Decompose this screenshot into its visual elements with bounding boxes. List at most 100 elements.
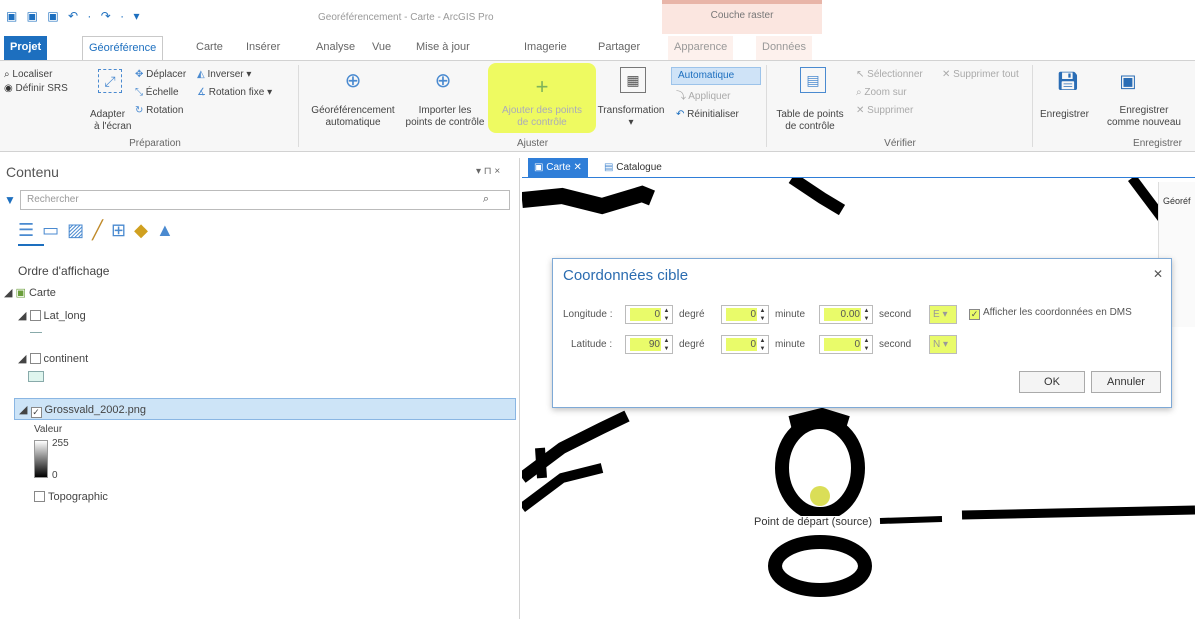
- tab-carte[interactable]: Carte: [190, 36, 229, 60]
- group-separator: [298, 65, 299, 147]
- degre-label: degré: [679, 339, 705, 350]
- search-input[interactable]: Rechercher ⌕: [20, 190, 510, 210]
- source-point-label: Point de départ (source): [754, 516, 873, 528]
- source-point-marker[interactable]: [810, 486, 830, 506]
- ajouter-points-button[interactable]: Ajouter des points de contrôle: [490, 105, 594, 129]
- tree-item-topographic[interactable]: Topographic: [34, 491, 108, 503]
- tab-inserer[interactable]: Insérer: [240, 36, 286, 60]
- tab-partager[interactable]: Partager: [592, 36, 646, 60]
- group-separator: [766, 65, 767, 147]
- chart-icon[interactable]: ▲: [156, 220, 182, 240]
- ribbon: ⌕ Localiser ◉ Définir SRS ⤢ Adapter à l'…: [0, 60, 1195, 152]
- longitude-degree-input[interactable]: 0 ▲ ▼: [625, 305, 673, 324]
- valeur-label: Valeur: [34, 424, 63, 435]
- importer-button[interactable]: Importer les points de contrôle: [402, 105, 488, 129]
- table-icon: ▤: [800, 67, 826, 93]
- table-points-button[interactable]: Table de points de contrôle: [770, 109, 850, 133]
- deplacer-button[interactable]: ✥ Déplacer: [135, 69, 186, 81]
- adapter-label[interactable]: Adapter: [90, 109, 125, 121]
- annuler-button[interactable]: Annuler: [1091, 371, 1161, 393]
- catalog-icon: ▤: [604, 162, 614, 173]
- source-icon[interactable]: ▭: [42, 220, 67, 240]
- second-label: second: [879, 339, 912, 350]
- group-preparation-label: Préparation: [129, 138, 181, 149]
- zoom-sur-button[interactable]: ⌕ Zoom sur: [856, 87, 907, 99]
- tab-vue[interactable]: Vue: [366, 36, 397, 60]
- transformation-button[interactable]: Transformation ▾: [596, 105, 666, 129]
- tab-analyse[interactable]: Analyse: [310, 36, 361, 60]
- second-label: second: [879, 309, 912, 320]
- enregistrer-nouveau-button[interactable]: Enregistrer comme nouveau: [1102, 105, 1186, 129]
- fixed-rotation-icon: ∡: [197, 87, 206, 98]
- automatique-toggle[interactable]: Automatique: [671, 67, 761, 85]
- edit-icon[interactable]: ╱: [92, 220, 111, 240]
- group-verifier-label: Vérifier: [884, 138, 916, 149]
- ok-button[interactable]: OK: [1019, 371, 1085, 393]
- globe-icon: ◉: [4, 83, 13, 94]
- draw-order-label: Ordre d'affichage: [18, 264, 110, 278]
- tab-catalogue[interactable]: ▤ Catalogue: [598, 158, 668, 178]
- group-enregistrer-label: Enregistrer: [1133, 138, 1182, 149]
- supprimer-button[interactable]: ✕ Supprimer: [856, 105, 913, 117]
- inverser-button[interactable]: ◭ Inverser ▾: [197, 69, 251, 81]
- group-ajuster-label: Ajuster: [516, 138, 549, 149]
- active-view-indicator: [18, 244, 44, 246]
- supprimer-tout-button[interactable]: ✕ Supprimer tout: [942, 69, 1019, 81]
- minute-label: minute: [775, 339, 806, 350]
- map-tabs: ▣ Carte ✕ ▤ Catalogue: [522, 158, 1195, 178]
- value-max: 255: [52, 438, 69, 449]
- contents-title: Contenu: [6, 164, 59, 180]
- scale-icon: ⤡: [135, 87, 143, 98]
- draw-order-icon[interactable]: ☰: [18, 220, 42, 240]
- close-icon[interactable]: ✕: [1153, 267, 1163, 281]
- close-icon[interactable]: ✕: [573, 162, 581, 173]
- reinitialiser-button[interactable]: ↶ Réinitialiser: [676, 109, 739, 121]
- view-toolbar[interactable]: ☰▭▨╱⊞◆▲: [18, 220, 182, 241]
- tree-item-continent[interactable]: ◢ continent: [18, 352, 88, 365]
- minute-label: minute: [775, 309, 806, 320]
- selectionner-button[interactable]: ↖ Sélectionner: [856, 69, 923, 81]
- rotate-icon: ↻: [135, 105, 144, 116]
- latitude-second-input[interactable]: 0 ▲ ▼: [819, 335, 873, 354]
- tab-donnees[interactable]: Données: [756, 36, 813, 60]
- appliquer-button[interactable]: ⤵ Appliquer: [676, 91, 731, 103]
- filter-icon[interactable]: ▼: [4, 193, 16, 207]
- geo-auto-button[interactable]: Géoréférencement automatique: [308, 105, 398, 129]
- tree-item-carte[interactable]: ◢ ▣ Carte: [4, 286, 56, 299]
- label-icon[interactable]: ◆: [134, 220, 156, 240]
- title-bar: ▣ ▣ ▣ ↶ · ↷ · ▾ Georéférencement - Carte…: [0, 0, 1195, 34]
- map-tab-icon: ▣: [534, 162, 544, 173]
- dms-checkbox[interactable]: ✓ Afficher les coordonnées en DMS: [969, 307, 1132, 320]
- latitude-direction-select[interactable]: N ▾: [929, 335, 957, 354]
- dialog-title: Coordonnées cible: [563, 267, 689, 284]
- quick-access-toolbar[interactable]: ▣ ▣ ▣ ↶ · ↷ · ▾: [6, 9, 142, 23]
- definir-srs-button[interactable]: ◉ Définir SRS: [4, 83, 68, 95]
- latitude-minute-input[interactable]: 0 ▲ ▼: [721, 335, 769, 354]
- tab-georeference[interactable]: Géoréférence: [82, 36, 164, 60]
- tab-projet[interactable]: Projet: [4, 36, 48, 60]
- rotation-fixe-button[interactable]: ∡ Rotation fixe ▾: [197, 87, 272, 99]
- pane-controls[interactable]: ▾ ⊓ ×: [476, 166, 500, 177]
- tab-map-carte[interactable]: ▣ Carte ✕: [528, 158, 588, 178]
- echelle-button[interactable]: ⤡ Échelle: [135, 87, 179, 99]
- enregistrer-button[interactable]: Enregistrer: [1040, 109, 1089, 121]
- longitude-second-input[interactable]: 0.00 ▲ ▼: [819, 305, 873, 324]
- localiser-button[interactable]: ⌕ Localiser: [4, 69, 52, 81]
- polygon-symbol: [28, 371, 44, 382]
- reset-icon: ↶: [676, 109, 685, 120]
- longitude-minute-input[interactable]: 0 ▲ ▼: [721, 305, 769, 324]
- tab-apparence[interactable]: Apparence: [668, 36, 734, 60]
- rotation-button[interactable]: ↻ Rotation: [135, 105, 183, 117]
- add-point-icon: +: [535, 74, 549, 99]
- latitude-degree-input[interactable]: 90 ▲ ▼: [625, 335, 673, 354]
- tab-mise-a-jour[interactable]: Mise à jour: [410, 36, 476, 60]
- tree-item-lat-long[interactable]: ◢ Lat_long: [18, 309, 86, 322]
- flip-icon: ◭: [197, 69, 205, 80]
- longitude-direction-select[interactable]: E ▾: [929, 305, 957, 324]
- snapping-icon[interactable]: ⊞: [111, 220, 134, 240]
- tab-imagerie[interactable]: Imagerie: [518, 36, 573, 60]
- selection-icon[interactable]: ▨: [67, 220, 92, 240]
- tree-item-raster-selected[interactable]: ◢ ✓ Grossvald_2002.png: [14, 398, 516, 420]
- binoculars-icon: ⌕: [4, 69, 10, 80]
- a-lecran-label[interactable]: à l'écran: [94, 121, 132, 133]
